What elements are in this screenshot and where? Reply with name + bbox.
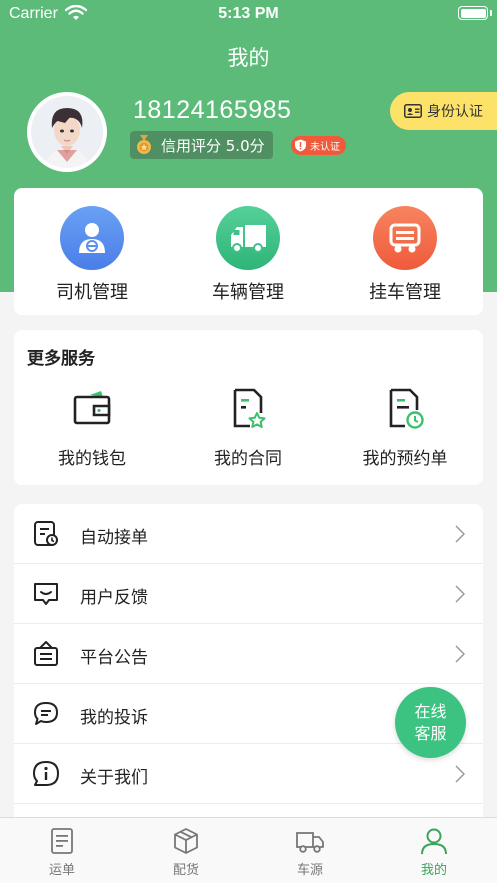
truck-source-icon: [296, 832, 324, 853]
menu-label-about: 关于我们: [80, 768, 148, 788]
vehicle-management-label: 车辆管理: [212, 282, 284, 303]
avatar-illustration: [31, 96, 103, 168]
contract-item[interactable]: 我的合同: [188, 386, 308, 469]
contract-label: 我的合同: [214, 449, 282, 469]
driver-management-label: 司机管理: [56, 282, 128, 303]
cs-line-1: 在线: [414, 701, 447, 721]
credit-score-badge: 信用评分 5.0分: [130, 131, 273, 159]
online-customer-service-button[interactable]: 在线 客服: [395, 687, 466, 758]
id-verify-label: 身份认证: [427, 104, 483, 120]
tab-label-cargo: 配货: [172, 863, 199, 878]
wallet-item[interactable]: 我的钱包: [32, 386, 152, 469]
menu-list: 自动接单 用户反馈 平台公告 我的投诉 关于我们: [14, 504, 483, 824]
menu-label-complaint: 我的投诉: [80, 708, 148, 728]
cs-line-2: 客服: [414, 723, 447, 743]
cargo-box-icon: [174, 828, 198, 854]
avatar[interactable]: [27, 92, 107, 172]
phone-number: 18124165985: [133, 96, 292, 124]
trailer-management-label: 挂车管理: [369, 282, 441, 303]
tab-cargo[interactable]: 配货: [124, 826, 248, 878]
tab-mine[interactable]: 我的: [372, 826, 496, 878]
verify-status-label: 未认证: [310, 142, 340, 153]
battery-cap: [490, 10, 492, 16]
contract-icon: [233, 388, 266, 428]
medal-icon: [137, 135, 151, 154]
chevron-right-icon: [455, 645, 465, 663]
battery-icon: [458, 6, 488, 20]
menu-label-feedback: 用户反馈: [80, 588, 148, 608]
auto-order-icon: [34, 521, 58, 546]
tab-waybill[interactable]: 运单: [0, 826, 124, 878]
credit-score-label: 信用评分 5.0分: [161, 136, 265, 155]
tab-label-truck-source: 车源: [296, 863, 323, 878]
shield-icon: [295, 139, 306, 152]
chevron-right-icon: [455, 765, 465, 783]
appointment-label: 我的预约单: [362, 449, 448, 469]
feedback-icon: [34, 583, 58, 605]
person-icon: [421, 828, 447, 855]
menu-label-auto-order: 自动接单: [80, 528, 148, 548]
services-title: 更多服务: [27, 349, 95, 369]
status-time: 5:13 PM: [218, 5, 279, 22]
chevron-right-icon: [455, 525, 465, 543]
trailer-management-item[interactable]: 挂车管理: [345, 206, 465, 304]
tab-truck-source[interactable]: 车源: [248, 826, 372, 878]
wallet-icon: [73, 391, 111, 425]
id-card-icon: [404, 104, 422, 118]
info-icon: [33, 761, 59, 786]
bottom-tab-bar: 运单 配货 车源 我的: [0, 817, 497, 883]
menu-item-auto-order[interactable]: 自动接单: [14, 504, 483, 564]
menu-label-announcement: 平台公告: [80, 648, 148, 668]
tab-label-waybill: 运单: [48, 863, 75, 878]
complaint-icon: [34, 702, 58, 725]
more-services-card: 更多服务 我的钱包 我的合同 我的预约单: [14, 330, 483, 485]
wallet-label: 我的钱包: [58, 449, 126, 469]
driver-icon: [60, 206, 124, 270]
announcement-icon: [34, 641, 58, 666]
page-title: 我的: [227, 46, 270, 70]
truck-icon: [216, 206, 280, 270]
driver-management-item[interactable]: 司机管理: [32, 206, 152, 304]
chevron-right-icon: [455, 585, 465, 603]
tab-label-mine: 我的: [420, 863, 447, 878]
waybill-icon: [51, 828, 73, 854]
menu-item-feedback[interactable]: 用户反馈: [14, 564, 483, 624]
management-card: 司机管理 车辆管理 挂车管理: [14, 188, 483, 315]
appointment-item[interactable]: 我的预约单: [345, 386, 465, 469]
appointment-icon: [389, 388, 424, 429]
vehicle-management-item[interactable]: 车辆管理: [188, 206, 308, 304]
id-verify-button[interactable]: 身份认证: [390, 92, 497, 130]
menu-item-announcement[interactable]: 平台公告: [14, 624, 483, 684]
unverified-badge: 未认证: [291, 136, 346, 155]
trailer-icon: [373, 206, 437, 270]
status-bar: Carrier 5:13 PM: [0, 0, 497, 30]
